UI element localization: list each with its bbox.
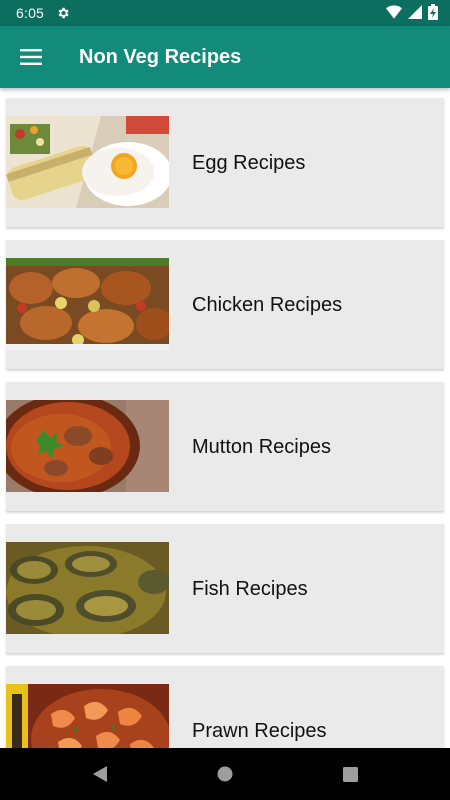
recipe-card-fish[interactable]: Fish Recipes [6, 524, 444, 654]
recipe-label: Chicken Recipes [192, 293, 343, 316]
page-title: Non Veg Recipes [79, 45, 242, 68]
prawn-dish-image [6, 684, 169, 748]
system-navigation-bar [0, 748, 450, 800]
recipe-label: Fish Recipes [192, 577, 308, 600]
recipe-label: Mutton Recipes [192, 435, 331, 458]
battery-charging-icon [428, 3, 438, 23]
recipe-label: Egg Recipes [192, 151, 306, 174]
back-icon[interactable] [38, 748, 163, 800]
chicken-dish-image [6, 258, 169, 350]
recents-icon[interactable] [288, 748, 413, 800]
status-bar: 6:05 [0, 0, 450, 26]
mutton-curry-image [6, 400, 169, 492]
app-bar: Non Veg Recipes [0, 26, 450, 88]
hamburger-menu-icon[interactable] [0, 26, 62, 88]
fish-curry-image [6, 542, 169, 634]
recipe-card-egg[interactable]: Egg Recipes [6, 98, 444, 228]
recipe-card-mutton[interactable]: Mutton Recipes [6, 382, 444, 512]
status-time: 6:05 [16, 5, 45, 21]
home-icon[interactable] [163, 748, 288, 800]
wifi-icon [386, 4, 402, 22]
recipe-card-chicken[interactable]: Chicken Recipes [6, 240, 444, 370]
signal-icon [408, 4, 422, 22]
settings-gear-icon [56, 6, 70, 20]
recipe-card-prawn[interactable]: Prawn Recipes [6, 666, 444, 748]
status-icons [386, 3, 438, 23]
egg-dish-image [6, 116, 169, 208]
recipe-label: Prawn Recipes [192, 719, 327, 742]
recipe-list[interactable]: Egg Recipes Chicken Recipes Mutton Recip… [0, 88, 450, 748]
